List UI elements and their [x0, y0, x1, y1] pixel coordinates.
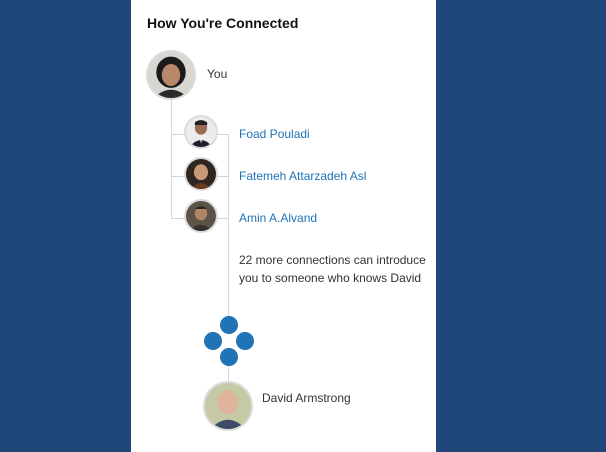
connector-line	[171, 218, 185, 219]
connector-line	[171, 176, 185, 177]
connector-line	[171, 134, 185, 135]
person-photo-icon	[186, 159, 216, 189]
person-photo-icon	[205, 383, 251, 429]
target-avatar[interactable]	[203, 381, 253, 431]
connection-link-fatemeh[interactable]: Fatemeh Attarzadeh Asl	[239, 169, 366, 183]
person-photo-icon	[186, 201, 216, 231]
network-icon	[203, 315, 255, 367]
connection-avatar-fatemeh[interactable]	[184, 157, 218, 191]
person-photo-icon	[186, 117, 216, 147]
panel-title: How You're Connected	[147, 15, 299, 31]
person-photo-icon	[148, 52, 194, 98]
connection-link-amin[interactable]: Amin A.Alvand	[239, 211, 317, 225]
connection-link-foad[interactable]: Foad Pouladi	[239, 127, 310, 141]
you-avatar	[146, 50, 196, 100]
how-connected-panel: How You're Connected You Foad Pouladi Fa…	[131, 0, 436, 452]
connector-line	[228, 366, 229, 382]
target-name: David Armstrong	[262, 391, 351, 405]
you-label: You	[207, 67, 228, 81]
connection-avatar-foad[interactable]	[184, 115, 218, 149]
connector-line	[228, 134, 229, 316]
connector-line	[171, 100, 172, 218]
more-connections-text: 22 more connections can introduce you to…	[239, 253, 426, 285]
connection-avatar-amin[interactable]	[184, 199, 218, 233]
